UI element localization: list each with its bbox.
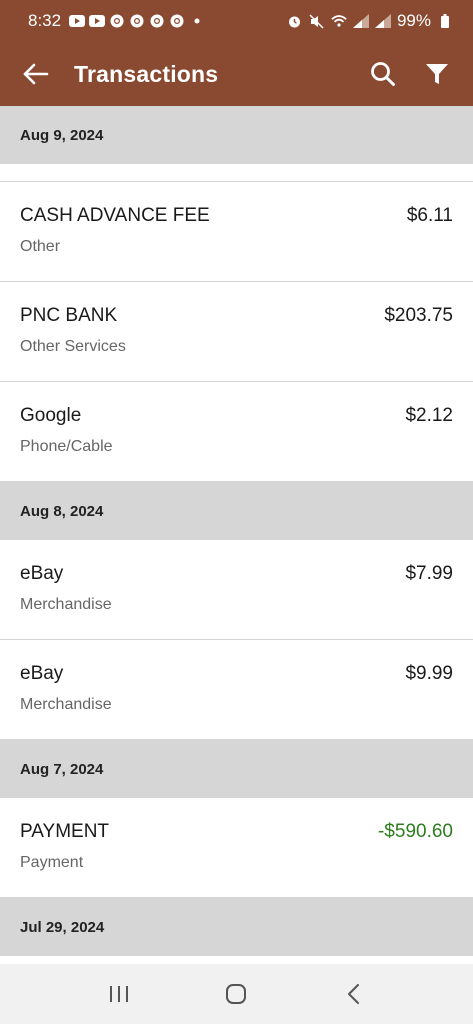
transaction-category: Payment: [20, 854, 84, 871]
chrome-icon: [109, 14, 125, 28]
mute-icon: [309, 13, 325, 29]
system-back-button[interactable]: [334, 974, 374, 1014]
date-header: Aug 9, 2024: [0, 106, 473, 164]
transaction-row[interactable]: Google Phone/Cable $2.12: [0, 382, 473, 482]
filter-icon: [426, 64, 448, 84]
chrome-icon: [129, 14, 145, 28]
chrome-icon: [149, 14, 165, 28]
transaction-category: Merchandise: [20, 696, 112, 713]
transaction-category: Other Services: [20, 338, 126, 355]
merchant-name: CASH ADVANCE FEE: [20, 205, 210, 226]
transaction-amount: -$590.60: [377, 821, 453, 842]
list-divider: [0, 164, 473, 182]
merchant-name: PAYMENT: [20, 821, 110, 842]
merchant-name: eBay: [20, 663, 64, 684]
home-button[interactable]: [216, 974, 256, 1014]
youtube-icon: [69, 15, 86, 27]
date-header: Jul 29, 2024: [0, 898, 473, 956]
transaction-amount: $9.99: [405, 663, 453, 684]
transaction-list: Aug 9, 2024 CASH ADVANCE FEE Other $6.11…: [0, 106, 473, 956]
recent-apps-icon: [109, 986, 128, 1002]
transaction-amount: $2.12: [405, 405, 453, 426]
transaction-row[interactable]: eBay Merchandise $9.99: [0, 640, 473, 740]
app-bar: 8:32 99% Transactions: [0, 0, 473, 106]
transaction-category: Other: [20, 238, 61, 255]
search-button[interactable]: [365, 56, 401, 92]
toolbar-actions: [365, 56, 455, 92]
transaction-row[interactable]: eBay Merchandise $7.99: [0, 540, 473, 640]
transaction-row[interactable]: PAYMENT Payment -$590.60: [0, 798, 473, 898]
status-bar: 8:32 99%: [0, 0, 473, 42]
battery-percent: 99%: [396, 11, 431, 30]
transaction-category: Phone/Cable: [20, 438, 113, 455]
system-nav-bar: [0, 964, 473, 1024]
wifi-icon: [331, 15, 347, 27]
filter-button[interactable]: [419, 56, 455, 92]
date-header: Aug 7, 2024: [0, 740, 473, 798]
transaction-row[interactable]: CASH ADVANCE FEE Other $6.11: [0, 182, 473, 282]
signal-icon: [374, 14, 391, 28]
transaction-amount: $203.75: [384, 305, 453, 326]
search-icon: [371, 62, 395, 86]
merchant-name: Google: [20, 405, 82, 426]
signal-icon: [352, 14, 369, 28]
transaction-category: Merchandise: [20, 596, 112, 613]
back-button[interactable]: [16, 54, 56, 94]
notification-icons: [69, 14, 205, 28]
merchant-name: eBay: [20, 563, 64, 584]
transaction-row[interactable]: PNC BANK Other Services $203.75: [0, 282, 473, 382]
transaction-amount: $7.99: [405, 563, 453, 584]
status-time: 8:32: [28, 11, 62, 30]
transaction-amount: $6.11: [406, 205, 453, 226]
battery-icon: [437, 14, 453, 28]
alarm-icon: [287, 15, 303, 27]
home-icon: [226, 984, 247, 1004]
youtube-icon: [89, 15, 106, 27]
recent-apps-button[interactable]: [99, 974, 139, 1014]
system-icons: 99%: [287, 11, 453, 31]
merchant-name: PNC BANK: [20, 305, 118, 326]
arrow-left-icon: [23, 63, 49, 85]
chevron-left-icon: [348, 984, 360, 1004]
date-header: Aug 8, 2024: [0, 482, 473, 540]
dot-icon: [189, 15, 205, 27]
toolbar: Transactions: [0, 42, 473, 106]
page-title: Transactions: [74, 60, 219, 87]
chrome-icon: [169, 14, 185, 28]
